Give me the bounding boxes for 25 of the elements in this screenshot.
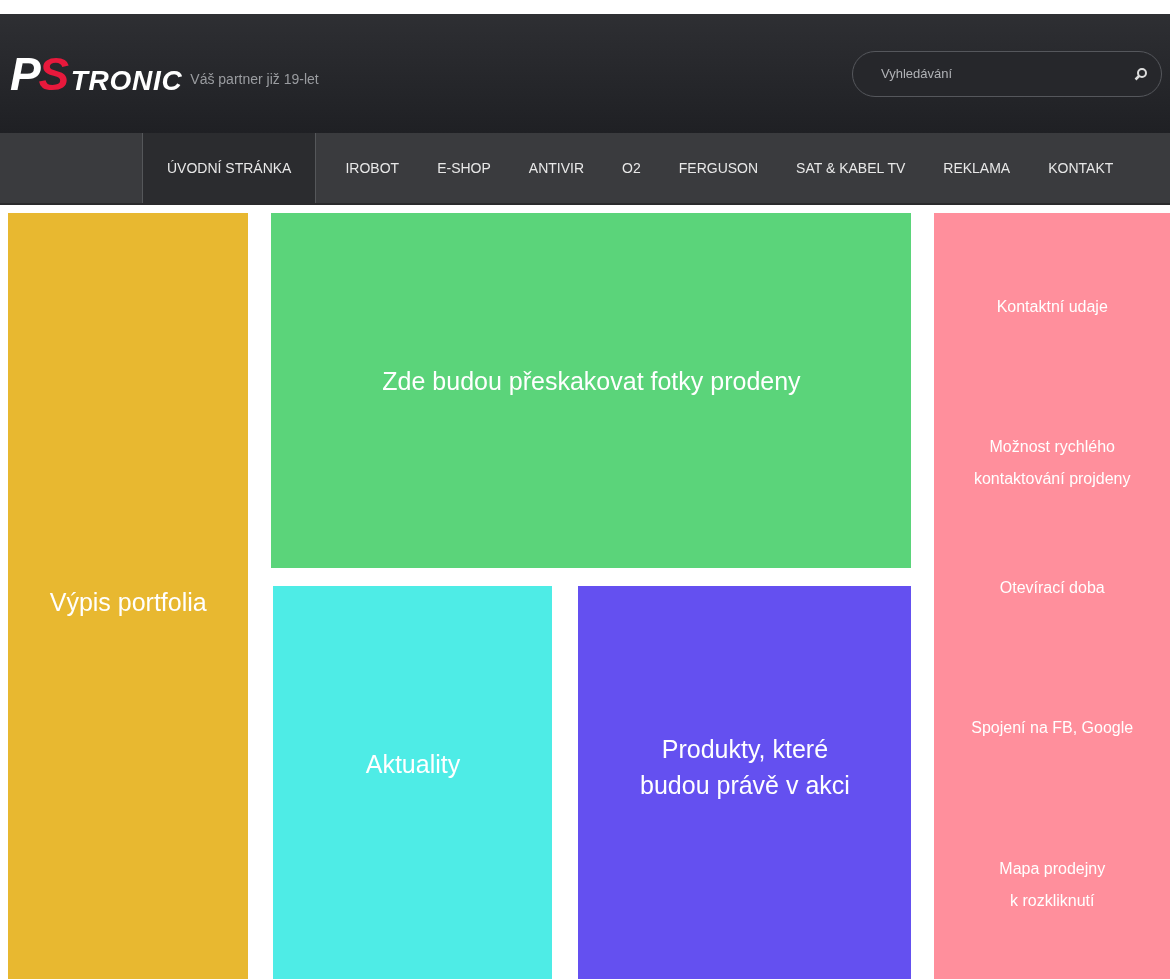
panel-text: Spojení na FB, Google [971,718,1134,739]
panel-text: Zde budou přeskakovat fotky prodeny [382,366,801,397]
nav-tab[interactable]: ANTIVIR [509,133,604,203]
panel-text: Otevírací doba [999,577,1105,598]
logo-letters: TRONIC [70,66,183,95]
nav-tab[interactable]: IROBOT [326,133,419,203]
logo-letters: S [38,50,67,97]
panel-text: Možnost rychlého kontaktování projdeny [973,437,1131,490]
search-icon[interactable] [1134,66,1148,81]
nav-tab[interactable]: REKLAMA [924,133,1030,203]
nav-tab[interactable]: O2 [603,133,660,203]
panel-text: Kontaktní udaje [996,297,1108,317]
search-field[interactable]: Vyhledávání [852,50,1162,97]
nav-tab[interactable]: FERGUSON [659,133,778,203]
nav-tab[interactable]: ÚVODNÍ STRÁNKA [142,133,317,203]
panel-text: Aktuality [365,749,461,780]
tagline: Váš partner již 19-let [190,70,319,89]
panel-text: Mapa prodejny k rozkliknutí [999,858,1106,911]
nav-tab[interactable]: KONTAKT [1029,133,1133,203]
panel-text: Produkty, které budou právě v akci [640,734,850,801]
panel-text: Výpis portfolia [49,587,207,619]
nav-tab[interactable]: E-SHOP [418,133,510,203]
logo-letters: P [10,50,39,97]
nav-tab[interactable]: SAT & KABEL TV [777,133,925,203]
logo[interactable]: PSTRONIC [10,50,183,97]
